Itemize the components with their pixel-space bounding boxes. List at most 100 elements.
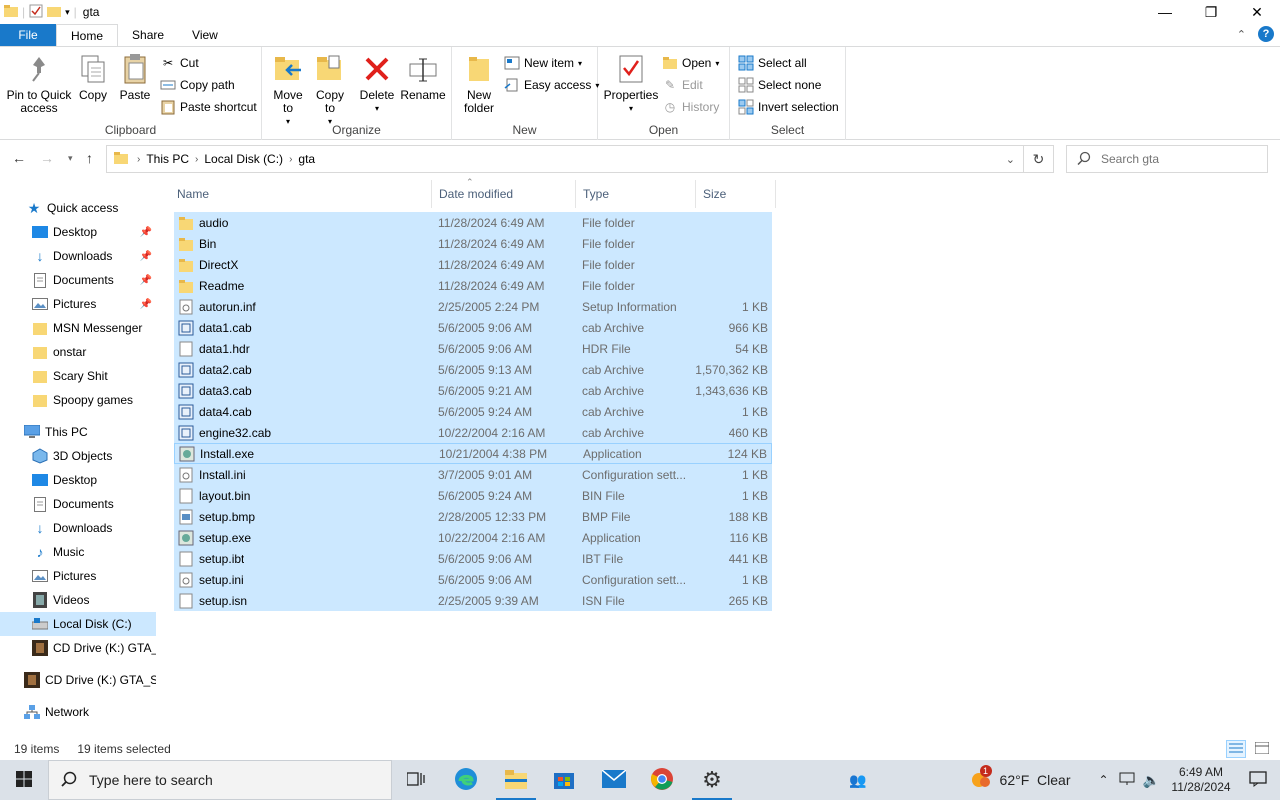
new-folder-icon[interactable] — [47, 5, 62, 20]
table-row[interactable]: audio 11/28/2024 6:49 AM File folder — [174, 212, 772, 233]
sidebar-item-this-pc[interactable]: This PC — [0, 420, 156, 444]
table-row[interactable]: setup.isn 2/25/2005 9:39 AM ISN File 265 KB — [174, 590, 772, 611]
taskbar-microsoft-store[interactable] — [540, 760, 588, 800]
column-header-date[interactable]: Date modified — [432, 180, 576, 208]
table-row[interactable]: data4.cab 5/6/2005 9:24 AM cab Archive 1 KB — [174, 401, 772, 422]
move-to-button[interactable]: Move to ▾ — [270, 53, 306, 128]
clock[interactable]: 6:49 AM 11/28/2024 — [1166, 765, 1236, 795]
close-button[interactable]: ✕ — [1234, 0, 1280, 24]
table-row[interactable]: data3.cab 5/6/2005 9:21 AM cab Archive 1,34… — [174, 380, 772, 401]
sidebar-item-pictures[interactable]: Pictures 📌 — [0, 292, 156, 316]
weather-text[interactable]: 62°F Clear — [1000, 772, 1071, 788]
weather-button[interactable]: 1 — [970, 764, 992, 792]
sidebar-item-music[interactable]: ♪ Music — [0, 540, 156, 564]
edit-button[interactable]: ✎ Edit — [662, 75, 703, 95]
taskbar-file-explorer[interactable] — [492, 760, 540, 800]
column-header-size[interactable]: Size — [696, 180, 776, 208]
forward-arrow-icon[interactable]: → — [40, 150, 54, 166]
sidebar-item-local-disk[interactable]: Local Disk (C:) — [0, 612, 156, 636]
sidebar-item-3d-objects[interactable]: 3D Objects — [0, 444, 156, 468]
sidebar-item-quick-access[interactable]: ★ Quick access — [0, 196, 156, 220]
sidebar-item-scary-shit[interactable]: Scary Shit — [0, 364, 156, 388]
sidebar-item-spoopy-games[interactable]: Spoopy games — [0, 388, 156, 412]
table-row[interactable]: setup.ini 5/6/2005 9:06 AM Configuration s… — [174, 569, 772, 590]
chevron-down-icon[interactable]: ⌄ — [1006, 153, 1015, 166]
network-icon[interactable] — [1119, 772, 1135, 789]
task-view-button[interactable] — [392, 760, 440, 800]
taskbar-chrome[interactable] — [638, 760, 686, 800]
table-row[interactable]: Install.exe 10/21/2004 4:38 PM Application… — [174, 443, 772, 464]
taskbar-edge[interactable] — [442, 760, 490, 800]
search-input[interactable] — [1101, 152, 1251, 166]
properties-button[interactable]: Properties ▾ — [604, 53, 658, 115]
pin-to-quick-access-button[interactable]: Pin to Quick access — [6, 53, 72, 115]
invert-selection-button[interactable]: Invert selection — [738, 97, 839, 117]
refresh-button[interactable]: ↻ — [1024, 145, 1054, 173]
tab-share[interactable]: Share — [118, 24, 178, 46]
start-button[interactable] — [0, 760, 48, 800]
copy-to-button[interactable]: Copy to ▾ — [312, 53, 348, 128]
notifications-button[interactable] — [1236, 770, 1280, 790]
table-row[interactable]: data1.cab 5/6/2005 9:06 AM cab Archive 966 … — [174, 317, 772, 338]
table-row[interactable]: DirectX 11/28/2024 6:49 AM File folder — [174, 254, 772, 275]
delete-button[interactable]: Delete ▾ — [358, 53, 396, 115]
details-view-button[interactable] — [1226, 740, 1246, 758]
paste-button[interactable]: Paste — [116, 53, 154, 102]
breadcrumb-this-pc[interactable]: This PC — [146, 152, 189, 166]
sidebar-item-downloads[interactable]: ↓ Downloads 📌 — [0, 244, 156, 268]
tab-home[interactable]: Home — [56, 24, 119, 46]
table-row[interactable]: layout.bin 5/6/2005 9:24 AM BIN File 1 KB — [174, 485, 772, 506]
new-item-button[interactable]: New item ▾ — [504, 53, 582, 73]
chevron-right-icon[interactable]: › — [195, 154, 198, 165]
taskbar-mail[interactable] — [590, 760, 638, 800]
sidebar-item-cd-drive[interactable]: CD Drive (K:) GTA_SA — [0, 668, 156, 692]
table-row[interactable]: setup.bmp 2/28/2005 12:33 PM BMP File 188 K… — [174, 506, 772, 527]
table-row[interactable]: setup.ibt 5/6/2005 9:06 AM IBT File 441 KB — [174, 548, 772, 569]
paste-shortcut-button[interactable]: Paste shortcut — [160, 97, 257, 117]
chevron-right-icon[interactable]: › — [137, 154, 140, 165]
easy-access-button[interactable]: Easy access ▾ — [504, 75, 599, 95]
sidebar-item-videos[interactable]: Videos — [0, 588, 156, 612]
column-header-name[interactable]: Name — [170, 180, 432, 208]
search-box[interactable] — [1066, 145, 1268, 173]
select-all-button[interactable]: Select all — [738, 53, 807, 73]
tab-file[interactable]: File — [0, 24, 56, 46]
chevron-right-icon[interactable]: › — [289, 154, 292, 165]
customize-toolbar-icon[interactable]: ▾ — [65, 7, 70, 18]
rename-button[interactable]: Rename — [400, 53, 446, 102]
chevron-up-icon[interactable]: ⌃ — [1099, 773, 1109, 787]
table-row[interactable]: data1.hdr 5/6/2005 9:06 AM HDR File 54 KB — [174, 338, 772, 359]
tab-view[interactable]: View — [178, 24, 232, 46]
open-button[interactable]: Open ▾ — [662, 53, 719, 73]
history-button[interactable]: ◷ History — [662, 97, 720, 117]
sidebar-item-pc-desktop[interactable]: Desktop — [0, 468, 156, 492]
sidebar-item-network[interactable]: Network — [0, 700, 156, 724]
copy-path-button[interactable]: Copy path — [160, 75, 235, 95]
back-arrow-icon[interactable]: ← — [12, 150, 26, 166]
table-row[interactable]: setup.exe 10/22/2004 2:16 AM Application 11… — [174, 527, 772, 548]
new-folder-button[interactable]: New folder — [460, 53, 498, 115]
collapse-ribbon-icon[interactable]: ⌃ — [1237, 28, 1246, 41]
sidebar-item-cd-drive-pc[interactable]: CD Drive (K:) GTA_S — [0, 636, 156, 660]
table-row[interactable]: engine32.cab 10/22/2004 2:16 AM cab Archiv… — [174, 422, 772, 443]
table-row[interactable]: Install.ini 3/7/2005 9:01 AM Configuration… — [174, 464, 772, 485]
cut-button[interactable]: ✂ Cut — [160, 53, 199, 73]
table-row[interactable]: autorun.inf 2/25/2005 2:24 PM Setup Inform… — [174, 296, 772, 317]
recent-locations-chevron-icon[interactable]: ▾ — [68, 153, 73, 164]
volume-icon[interactable]: 🔈 — [1143, 772, 1160, 789]
select-none-button[interactable]: Select none — [738, 75, 821, 95]
help-icon[interactable]: ? — [1258, 26, 1274, 42]
minimize-button[interactable]: — — [1142, 0, 1188, 24]
people-button[interactable]: 👥 — [834, 760, 882, 800]
taskbar-search[interactable]: Type here to search — [48, 760, 392, 800]
sidebar-item-pc-documents[interactable]: Documents — [0, 492, 156, 516]
address-bar[interactable]: › This PC › Local Disk (C:) › gta ⌄ — [106, 145, 1024, 173]
large-icons-view-button[interactable] — [1252, 740, 1272, 758]
sidebar-item-onstar[interactable]: onstar — [0, 340, 156, 364]
sidebar-item-documents[interactable]: Documents 📌 — [0, 268, 156, 292]
up-arrow-icon[interactable]: ↑ — [86, 150, 93, 166]
sidebar-item-pc-downloads[interactable]: ↓ Downloads — [0, 516, 156, 540]
maximize-button[interactable]: ❐ — [1188, 0, 1234, 24]
breadcrumb-gta[interactable]: gta — [298, 152, 315, 166]
table-row[interactable]: Bin 11/28/2024 6:49 AM File folder — [174, 233, 772, 254]
